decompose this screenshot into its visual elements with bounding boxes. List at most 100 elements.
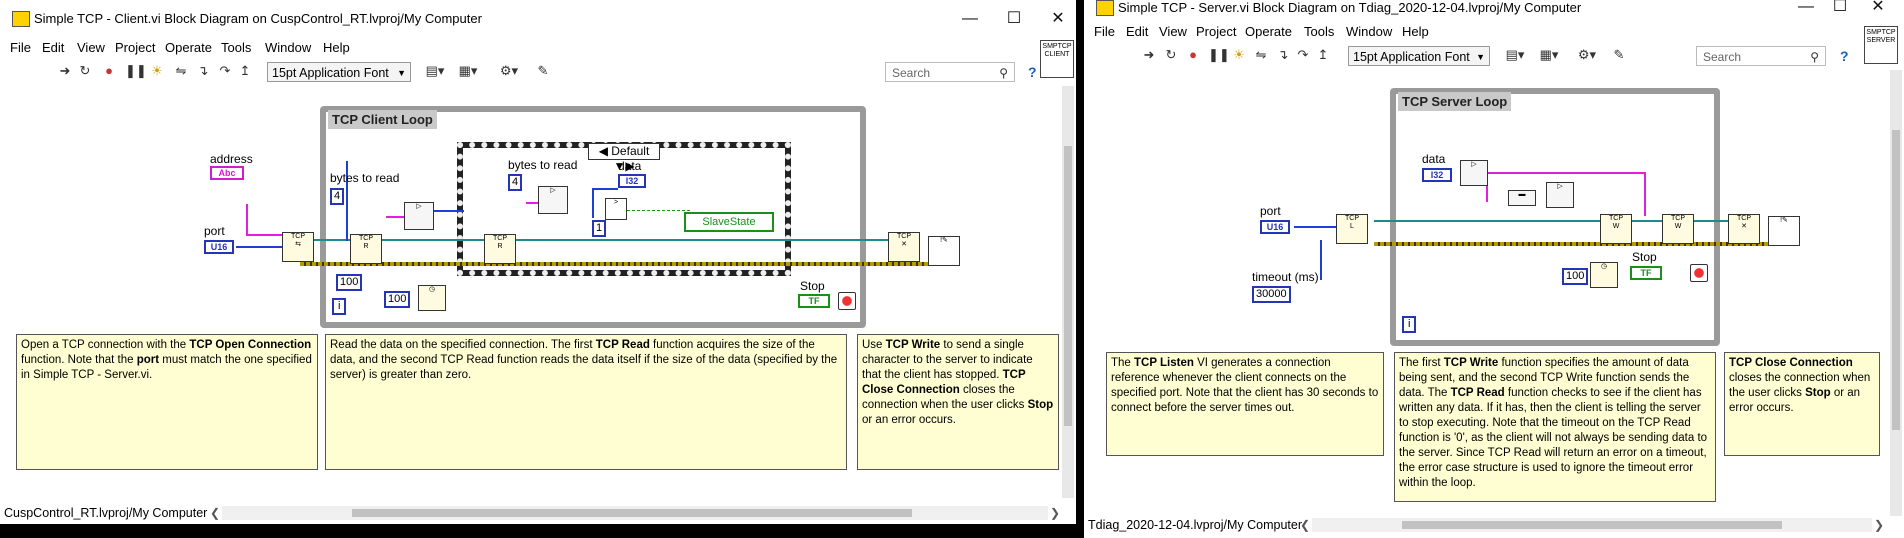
pause-icon[interactable]: ❚❚ xyxy=(125,64,147,78)
server-pause-icon[interactable]: ❚❚ xyxy=(1208,48,1230,62)
server-typecast-node[interactable]: ▷ xyxy=(1460,160,1488,186)
server-horizontal-scrollbar[interactable] xyxy=(1312,518,1872,532)
server-cleanup-diagram-icon[interactable]: ✎ xyxy=(1608,48,1630,62)
server-font-select[interactable]: 15pt Application Font ▼ xyxy=(1348,46,1490,66)
server-menu-window[interactable]: Window xyxy=(1346,24,1392,39)
cleanup-diagram-icon[interactable]: ✎ xyxy=(532,64,554,78)
search-input[interactable]: Search ⚲ xyxy=(885,62,1015,82)
minimize-icon[interactable]: — xyxy=(958,8,982,30)
server-menu-file[interactable]: File xyxy=(1094,24,1115,39)
tcp-write-vi-1[interactable]: TCP W xyxy=(1600,214,1632,244)
server-menu-help[interactable]: Help xyxy=(1402,24,1429,39)
maximize-icon-server[interactable]: ☐ xyxy=(1828,0,1852,18)
server-string-length-node[interactable]: ▬ xyxy=(1508,190,1536,206)
minimize-icon-server[interactable]: — xyxy=(1794,0,1818,18)
menu-help[interactable]: Help xyxy=(323,40,350,55)
server-menu-project[interactable]: Project xyxy=(1196,24,1236,39)
align-objects-icon[interactable]: ▤▾ xyxy=(422,64,448,78)
slavestate-terminal[interactable]: SlaveState xyxy=(684,212,774,232)
server-retain-wire-values-icon[interactable]: ⇋ xyxy=(1254,48,1268,62)
server-vscroll-thumb[interactable] xyxy=(1892,130,1900,430)
server-step-out-icon[interactable]: ↥ xyxy=(1316,48,1330,62)
data-i32-terminal[interactable]: I32 xyxy=(618,174,646,188)
maximize-icon[interactable]: ☐ xyxy=(1002,8,1026,30)
typecast-node-2[interactable]: ▷ xyxy=(538,186,568,214)
client-hscroll-thumb[interactable] xyxy=(352,509,912,517)
server-menu-edit[interactable]: Edit xyxy=(1126,24,1148,39)
stop-condition-icon[interactable] xyxy=(838,292,856,310)
server-simple-error-handler-vi[interactable]: !✎ xyxy=(1768,216,1800,246)
server-search-input[interactable]: Search ⚲ xyxy=(1696,46,1826,66)
close-icon[interactable]: ✕ xyxy=(1046,8,1070,30)
port-terminal[interactable]: U16 xyxy=(204,240,234,254)
server-reorder-icon[interactable]: ⚙▾ xyxy=(1574,48,1600,62)
run-continuously-icon[interactable]: ↻ xyxy=(78,64,92,78)
server-timeout-const[interactable]: 30000 xyxy=(1252,286,1291,303)
reorder-icon[interactable]: ⚙▾ xyxy=(496,64,522,78)
tcp-read-vi-2[interactable]: TCP R xyxy=(484,234,516,264)
server-run-icon[interactable]: ➜ xyxy=(1142,48,1156,62)
retain-wire-values-icon[interactable]: ⇋ xyxy=(174,64,188,78)
server-menu-tools[interactable]: Tools xyxy=(1304,24,1334,39)
client-hscroll-right-icon[interactable]: ❯ xyxy=(1050,506,1060,520)
menu-file[interactable]: File xyxy=(10,40,31,55)
simple-error-handler-vi[interactable]: !✎ xyxy=(928,236,960,266)
client-vscroll-thumb[interactable] xyxy=(1064,146,1072,426)
server-hscroll-left-icon[interactable]: ❮ xyxy=(1300,518,1310,532)
timeout-const-2[interactable]: 100 xyxy=(384,291,411,308)
server-concat-node[interactable]: ▷ xyxy=(1546,182,1574,208)
server-highlight-execution-icon[interactable]: ☀ xyxy=(1232,48,1246,62)
bytes-to-read-const-1[interactable]: 4 xyxy=(330,188,345,205)
highlight-execution-icon[interactable]: ☀ xyxy=(150,64,164,78)
server-hscroll-thumb[interactable] xyxy=(1402,521,1782,529)
tcp-listen-vi[interactable]: TCP L xyxy=(1336,214,1368,244)
server-align-objects-icon[interactable]: ▤▾ xyxy=(1502,48,1528,62)
distribute-objects-icon[interactable]: ▦▾ xyxy=(455,64,481,78)
menu-project[interactable]: Project xyxy=(115,40,155,55)
server-stop-terminal[interactable]: TF xyxy=(1630,266,1662,280)
timeout-const-1[interactable]: 100 xyxy=(336,274,363,291)
greater-than-node[interactable]: > xyxy=(605,198,627,220)
typecast-node[interactable]: ▷ xyxy=(404,202,434,230)
server-menu-view[interactable]: View xyxy=(1159,24,1187,39)
server-step-into-icon[interactable]: ↴ xyxy=(1276,48,1290,62)
client-hscroll-left-icon[interactable]: ❮ xyxy=(210,506,220,520)
one-const[interactable]: 1 xyxy=(592,220,607,237)
run-icon[interactable]: ➜ xyxy=(58,64,72,78)
menu-view[interactable]: View xyxy=(77,40,105,55)
close-icon-server[interactable]: ✕ xyxy=(1866,0,1890,18)
menu-edit[interactable]: Edit xyxy=(42,40,64,55)
bytes-to-read-const-2[interactable]: 4 xyxy=(508,174,523,191)
step-out-icon[interactable]: ↥ xyxy=(238,64,252,78)
client-horizontal-scrollbar[interactable] xyxy=(222,506,1048,520)
step-over-icon[interactable]: ↷ xyxy=(218,64,232,78)
server-port-terminal[interactable]: U16 xyxy=(1260,220,1290,234)
server-distribute-objects-icon[interactable]: ▦▾ xyxy=(1536,48,1562,62)
abort-icon[interactable]: ● xyxy=(102,64,116,78)
server-data-i32-terminal[interactable]: I32 xyxy=(1422,168,1452,182)
server-abort-icon[interactable]: ● xyxy=(1186,48,1200,62)
menu-tools[interactable]: Tools xyxy=(221,40,251,55)
address-terminal[interactable]: Abc xyxy=(210,166,244,180)
client-title-bar[interactable]: Simple TCP - Client.vi Block Diagram on … xyxy=(0,0,1076,38)
stop-terminal-client[interactable]: TF xyxy=(798,294,830,308)
font-select[interactable]: 15pt Application Font ▼ xyxy=(267,62,411,82)
server-wait-const[interactable]: 100 xyxy=(1562,268,1589,285)
server-run-continuously-icon[interactable]: ↻ xyxy=(1164,48,1178,62)
tcp-open-connection-vi[interactable]: TCP ⇆ xyxy=(282,232,314,262)
menu-operate[interactable]: Operate xyxy=(165,40,212,55)
server-wait-ms-vi[interactable]: ◷ xyxy=(1590,262,1618,288)
server-hscroll-right-icon[interactable]: ❯ xyxy=(1874,518,1884,532)
tcp-write-vi-2[interactable]: TCP W xyxy=(1662,214,1694,244)
server-menu-operate[interactable]: Operate xyxy=(1245,24,1292,39)
case-selector[interactable]: ◀ Default ▼▶ xyxy=(588,143,660,173)
server-vertical-scrollbar[interactable] xyxy=(1890,70,1902,516)
step-into-icon[interactable]: ↴ xyxy=(196,64,210,78)
menu-window[interactable]: Window xyxy=(265,40,311,55)
server-stop-condition-icon[interactable] xyxy=(1690,264,1708,282)
server-step-over-icon[interactable]: ↷ xyxy=(1296,48,1310,62)
context-help-icon[interactable]: ? xyxy=(1028,64,1037,80)
tcp-read-vi-1[interactable]: TCP R xyxy=(350,234,382,264)
server-tcp-close-connection-vi[interactable]: TCP ✕ xyxy=(1728,214,1760,244)
tcp-close-connection-vi[interactable]: TCP ✕ xyxy=(888,232,920,262)
